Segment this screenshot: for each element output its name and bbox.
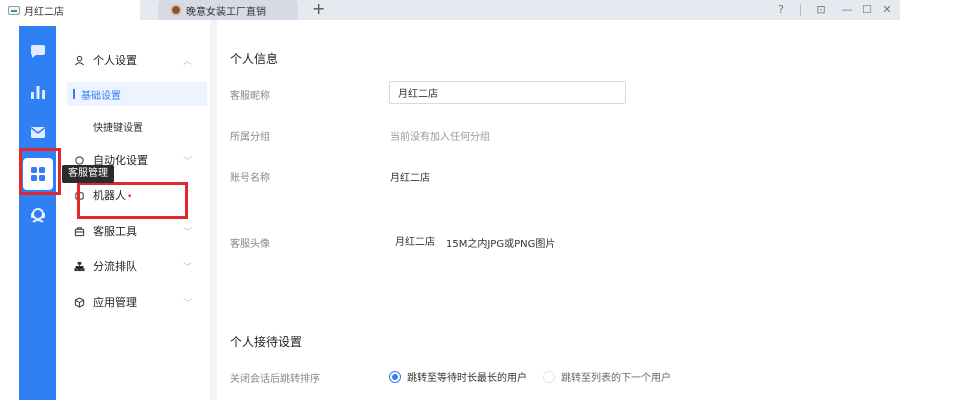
hierarchy-icon (73, 260, 85, 272)
group-label: 所属分组 (230, 132, 270, 143)
maximize-icon[interactable]: ☐ (858, 1, 876, 19)
tab-label: 晚意女装工厂直销 (186, 6, 266, 18)
menu-app-management[interactable]: 应用管理 ﹀ (61, 290, 211, 314)
avatar-hint: 15M之内JPG或PNG图片 (446, 239, 556, 250)
user-icon (73, 54, 85, 66)
avatar-icon (170, 4, 182, 16)
avatar-name[interactable]: 月红二店 (395, 233, 435, 248)
menu-routing-queue[interactable]: 分流排队 ﹀ (61, 254, 211, 278)
menu-label: 个人设置 (93, 54, 137, 67)
grid-apps-icon (30, 167, 45, 181)
chevron-down-icon: ﹀ (183, 227, 193, 238)
tab-label: 月红二店 (24, 6, 64, 18)
menu-label: 快捷键设置 (93, 122, 143, 134)
chevron-up-icon: ︿ (183, 56, 193, 67)
rail-item-agents[interactable] (19, 198, 56, 232)
radio-unchecked-icon (543, 370, 555, 383)
bar-chart-icon (30, 86, 45, 99)
menu-basic-settings[interactable]: 基础设置 (67, 82, 207, 106)
menu-shortcut-settings[interactable]: 快捷键设置 (61, 114, 211, 138)
chevron-down-icon: ﹀ (183, 156, 193, 167)
rail-item-messages[interactable] (19, 115, 56, 149)
section-title-reception: 个人接待设置 (230, 335, 303, 349)
menu-label: 应用管理 (93, 296, 137, 309)
section-title-personal-info: 个人信息 (230, 52, 279, 66)
menu-label: 分流排队 (93, 260, 137, 273)
account-label: 账号名称 (230, 173, 270, 184)
agent-headset-icon (30, 208, 45, 223)
chevron-down-icon: ﹀ (183, 298, 193, 309)
avatar-label: 客服头像 (230, 239, 270, 250)
tooltip: 客服管理 (62, 165, 114, 183)
chat-bubble-icon (30, 45, 45, 58)
menu-label: 客服工具 (93, 225, 137, 238)
pin-icon[interactable]: ⊡ (812, 1, 830, 19)
radio-checked-icon (389, 370, 401, 383)
group-value: 当前没有加入任何分组 (390, 132, 490, 143)
chevron-down-icon: ﹀ (183, 262, 193, 273)
nickname-label: 客服昵称 (230, 91, 270, 102)
title-bar: 月红二店 晚意女装工厂直销 + ? ⊡ — ☐ ✕ (0, 0, 900, 20)
after-close-label: 关闭会话后跳转排序 (230, 374, 320, 385)
tab-store-yuehong[interactable]: 月红二店 (0, 0, 140, 20)
help-icon[interactable]: ? (772, 1, 790, 19)
cube-icon (73, 296, 85, 308)
close-icon[interactable]: ✕ (878, 1, 896, 19)
rail-item-stats[interactable] (19, 75, 56, 109)
nav-rail (19, 26, 56, 400)
radio-label: 跳转至等待时长最长的用户 (407, 373, 527, 384)
new-tab-button[interactable]: + (312, 0, 325, 20)
mail-icon (30, 127, 45, 138)
highlight-box-robot (77, 182, 188, 219)
menu-agent-tools[interactable]: 客服工具 ﹀ (61, 219, 211, 243)
divider (800, 4, 801, 16)
radio-label: 跳转至列表的下一个用户 (561, 373, 671, 384)
tab-store-wanyi[interactable]: 晚意女装工厂直销 (158, 0, 298, 20)
menu-label: 基础设置 (81, 90, 121, 102)
store-icon (8, 5, 20, 15)
radio-next-in-list[interactable]: 跳转至列表的下一个用户 (543, 369, 671, 384)
account-value: 月红二店 (390, 173, 430, 184)
radio-longest-wait[interactable]: 跳转至等待时长最长的用户 (389, 369, 527, 384)
menu-personal-settings[interactable]: 个人设置 ︿ (61, 48, 211, 72)
rail-item-chat[interactable] (19, 35, 56, 69)
toolbox-icon (73, 225, 85, 237)
minimize-icon[interactable]: — (838, 1, 856, 19)
nickname-input[interactable] (389, 81, 626, 104)
